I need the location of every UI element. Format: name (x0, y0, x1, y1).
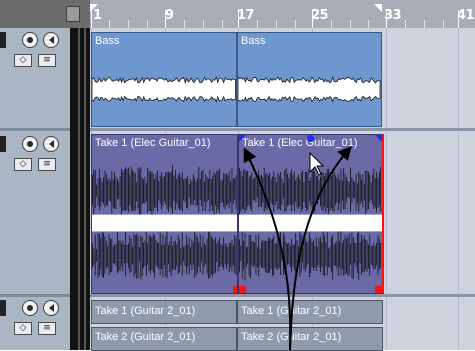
event-label: Bass (95, 35, 120, 47)
event-label: Bass (241, 35, 266, 47)
audio-event-guitar2[interactable]: Take 1 (Guitar 2_01) (91, 300, 237, 324)
track-guitar2-controls[interactable]: ◇ ≡ (0, 298, 66, 350)
waveform (92, 75, 236, 103)
fade-out-handle[interactable] (375, 135, 382, 142)
track-settings-icon[interactable]: ◇ (14, 54, 32, 67)
event-label: Take 1 (Guitar 2_01) (95, 305, 196, 317)
ruler-tick (91, 10, 92, 28)
ruler-label: 17 (237, 8, 255, 23)
ruler-tick-minor (276, 20, 277, 28)
fade-in-handle[interactable] (239, 135, 246, 142)
ruler-label: 9 (165, 8, 174, 23)
volume-handle[interactable] (307, 135, 314, 142)
track-bass-controls[interactable]: ◇ ≡ (0, 30, 66, 130)
ruler-label: 41 (457, 8, 475, 23)
event-label: Take 2 (Guitar 2_01) (95, 331, 196, 343)
ruler-label: 33 (384, 8, 402, 23)
track-select-indicator (0, 300, 6, 316)
lane-separator (90, 128, 475, 131)
ruler-label: 1 (93, 8, 102, 23)
event-label: Take 1 (Guitar 2_01) (241, 305, 342, 317)
ruler-tick-minor (368, 20, 369, 28)
monitor-icon[interactable] (43, 136, 59, 152)
track-settings-icon[interactable]: ◇ (14, 322, 32, 335)
track-list-header (0, 0, 90, 28)
edit-icon[interactable]: ≡ (38, 54, 56, 67)
lane-separator (90, 294, 475, 297)
bar-gridline (386, 28, 387, 350)
ruler-tick-minor (424, 20, 425, 28)
monitor-icon[interactable] (43, 300, 59, 316)
event-label: Take 2 (Guitar 2_01) (241, 331, 342, 343)
track-guitar-controls[interactable]: ◇ ≡ (0, 132, 66, 296)
right-locator-icon[interactable] (374, 4, 382, 12)
waveform (92, 165, 237, 280)
ruler-tick-minor (128, 20, 129, 28)
event-label: Take 1 (Elec Guitar_01) (95, 137, 211, 149)
audio-event-elec-guitar[interactable]: Take 1 (Elec Guitar_01) (91, 134, 238, 294)
ruler-tick-minor (405, 20, 406, 28)
audio-event-guitar2[interactable]: Take 1 (Guitar 2_01) (237, 300, 383, 324)
ruler-tick-minor (350, 20, 351, 28)
divider-stripe (84, 28, 86, 350)
ruler-tick-minor (203, 20, 204, 28)
waveform (239, 167, 382, 281)
track-select-indicator (0, 32, 6, 48)
audio-event-bass[interactable]: Bass (237, 32, 382, 127)
ruler-tick-minor (443, 20, 444, 28)
ruler-tick-minor (222, 20, 223, 28)
ruler-tick-minor (147, 20, 148, 28)
waveform-shape (92, 75, 236, 103)
event-display[interactable]: Bass Bass Take 1 (Elec Guitar_01) Take 1… (90, 28, 475, 351)
ruler-tick-minor (257, 20, 258, 28)
bar-gridline (458, 28, 459, 350)
waveform (238, 76, 381, 103)
edit-icon[interactable]: ≡ (38, 158, 56, 171)
track-settings-icon[interactable]: ◇ (14, 158, 32, 171)
record-icon[interactable] (22, 300, 38, 316)
resize-handle-bottom-right[interactable] (375, 286, 382, 293)
ruler-label: 25 (311, 8, 329, 23)
event-label: Take 1 (Elec Guitar_01) (242, 137, 358, 149)
resize-handle-bottom-left[interactable] (239, 286, 246, 293)
ruler-tick-minor (184, 20, 185, 28)
edit-icon[interactable]: ≡ (38, 322, 56, 335)
timeline-ruler[interactable]: 1 9 17 25 33 41 (90, 0, 475, 29)
monitor-icon[interactable] (43, 32, 59, 48)
ruler-tick-minor (295, 20, 296, 28)
audio-event-bass[interactable]: Bass (91, 32, 237, 127)
audio-event-elec-guitar-selected[interactable]: Take 1 (Elec Guitar_01) (238, 134, 384, 294)
waveform-shape (238, 76, 381, 103)
record-icon[interactable] (22, 32, 38, 48)
track-list-divider[interactable] (70, 28, 90, 350)
divider-stripe (78, 28, 80, 350)
audio-event-guitar2-take2[interactable]: Take 2 (Guitar 2_01) (91, 327, 237, 351)
waveform-center-band (92, 214, 237, 232)
ruler-tick-minor (109, 20, 110, 28)
waveform-center-band (239, 214, 382, 232)
track-select-indicator (0, 136, 6, 152)
header-menu-button[interactable] (66, 6, 80, 22)
record-icon[interactable] (22, 136, 38, 152)
audio-event-guitar2-take2[interactable]: Take 2 (Guitar 2_01) (237, 327, 383, 351)
ruler-tick-minor (331, 20, 332, 28)
